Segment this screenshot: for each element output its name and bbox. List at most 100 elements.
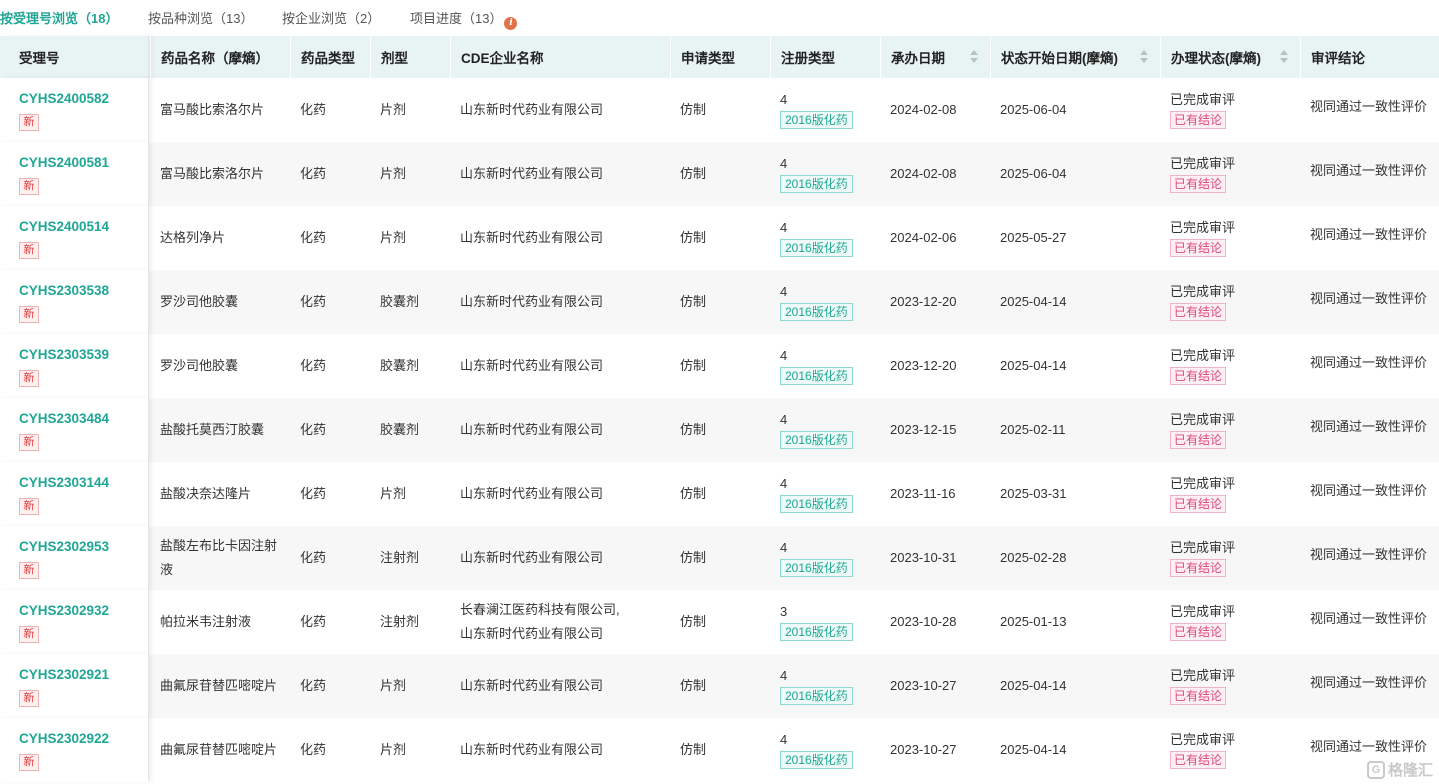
status-start-date-cell: 2025-02-28	[990, 526, 1160, 590]
info-icon[interactable]: i	[504, 17, 518, 30]
registration-tag: 2016版化药	[780, 303, 853, 321]
col-header-processing-status[interactable]: 办理状态(摩熵)	[1160, 36, 1300, 78]
acceptance-number-link[interactable]: CYHS2302922	[19, 730, 148, 748]
tab-by-acceptance-number[interactable]: 按受理号浏览（18）	[0, 8, 118, 27]
company-name: 山东新时代药业有限公司	[460, 102, 604, 117]
table-body: CYHS2400582 新富马酸比索洛尔片 化药 片剂 山东新时代药业有限公司 仿制 4 20…	[0, 78, 1439, 782]
status-start-date: 2025-05-27	[1000, 230, 1067, 245]
registration-tag: 2016版化药	[780, 239, 853, 257]
processing-status-cell: 已完成审评 已有结论	[1160, 462, 1300, 526]
application-type-cell: 仿制	[670, 78, 770, 142]
registration-category: 3	[780, 604, 788, 619]
application-type-cell: 仿制	[670, 590, 770, 654]
acceptance-number-link[interactable]: CYHS2302953	[19, 538, 148, 556]
processing-status: 已完成审评	[1170, 476, 1236, 491]
acceptance-number-link[interactable]: CYHS2303144	[19, 474, 148, 492]
watermark-logo: G 格隆汇	[1366, 759, 1433, 780]
review-conclusion-cell: 视同通过一致性评价	[1300, 142, 1439, 206]
sort-icon[interactable]	[970, 50, 978, 64]
drug-type-cell: 化药	[290, 398, 370, 462]
undertake-date: 2023-12-20	[890, 358, 957, 373]
status-start-date: 2025-04-14	[1000, 678, 1067, 693]
application-type: 仿制	[680, 614, 707, 629]
processing-status: 已完成审评	[1170, 668, 1236, 683]
undertake-date: 2023-10-31	[890, 550, 957, 565]
acceptance-number-link[interactable]: CYHS2303538	[19, 282, 148, 300]
registration-category: 4	[780, 220, 788, 235]
acceptance-number-link[interactable]: CYHS2302921	[19, 666, 148, 684]
acceptance-number-cell: CYHS2302921 新	[0, 654, 149, 718]
table-header: 受理号 药品名称（摩熵） 药品类型 剂型 CDE企业名称 申请类型 注册类型 承…	[0, 36, 1439, 78]
new-badge: 新	[19, 241, 39, 259]
sort-icon[interactable]	[1140, 50, 1148, 64]
status-start-date-cell: 2025-02-11	[990, 398, 1160, 462]
drug-name-cell: 罗沙司他胶囊	[150, 334, 290, 398]
sort-icon[interactable]	[1280, 50, 1288, 64]
col-header-acceptance-number: 受理号	[0, 36, 149, 78]
tab-project-progress[interactable]: 项目进度（13） i	[410, 8, 518, 30]
application-type-cell: 仿制	[670, 398, 770, 462]
status-badge: 已有结论	[1170, 239, 1227, 257]
company-cell: 山东新时代药业有限公司	[450, 206, 670, 270]
undertake-date: 2023-10-27	[890, 678, 957, 693]
drug-type-cell: 化药	[290, 654, 370, 718]
processing-status-cell: 已完成审评 已有结论	[1160, 718, 1300, 782]
acceptance-number-link[interactable]: CYHS2400514	[19, 218, 148, 236]
acceptance-number-link[interactable]: CYHS2302932	[19, 602, 148, 620]
undertake-date-cell: 2023-11-16	[880, 462, 990, 526]
drug-name-cell: 罗沙司他胶囊	[150, 270, 290, 334]
drug-name-cell: 富马酸比索洛尔片	[150, 142, 290, 206]
review-conclusion: 视同通过一致性评价	[1310, 163, 1428, 178]
drug-name: 盐酸左布比卡因注射液	[160, 538, 278, 577]
table-row: CYHS2302953 新 盐酸左布比卡因注射液 化药 注射剂 山东新时代药业有限公司 仿制…	[0, 526, 1439, 590]
table-row: CYHS2303144 新 盐酸决奈达隆片 化药 片剂 山东新时代药业有限公司 仿制 4 201…	[0, 462, 1439, 526]
company-name: 山东新时代药业有限公司	[460, 422, 604, 437]
application-type: 仿制	[680, 358, 707, 373]
registration-type-cell: 4 2016版化药	[770, 398, 880, 462]
registration-type-cell: 4 2016版化药	[770, 206, 880, 270]
application-type-cell: 仿制	[670, 270, 770, 334]
dosage-form: 注射剂	[380, 614, 420, 629]
company-cell: 山东新时代药业有限公司	[450, 462, 670, 526]
review-conclusion: 视同通过一致性评价	[1310, 611, 1428, 626]
processing-status-cell: 已完成审评 已有结论	[1160, 270, 1300, 334]
table-row: CYHS2302922 新 曲氟尿苷替匹嘧啶片 化药 片剂 山东新时代药业有限公司 仿制 4 2…	[0, 718, 1439, 782]
dosage-form-cell: 片剂	[370, 462, 450, 526]
status-start-date: 2025-04-14	[1000, 742, 1067, 757]
col-header-registration-type: 注册类型	[770, 36, 880, 78]
table-row: CYHS2303484 新 盐酸托莫西汀胶囊 化药 胶囊剂 山东新时代药业有限公司 仿制 4 2…	[0, 398, 1439, 462]
col-header-drug-name: 药品名称（摩熵）	[150, 36, 290, 78]
col-header-status-start-date[interactable]: 状态开始日期(摩熵)	[990, 36, 1160, 78]
registration-type-cell: 4 2016版化药	[770, 78, 880, 142]
application-type-cell: 仿制	[670, 718, 770, 782]
registration-type-cell: 4 2016版化药	[770, 142, 880, 206]
company-name: 长春澜江医药科技有限公司,山东新时代药业有限公司	[460, 602, 620, 641]
new-badge: 新	[19, 113, 39, 131]
company-name: 山东新时代药业有限公司	[460, 230, 604, 245]
acceptance-number-link[interactable]: CYHS2303539	[19, 346, 148, 364]
drug-name: 曲氟尿苷替匹嘧啶片	[160, 678, 278, 693]
company-name: 山东新时代药业有限公司	[460, 678, 604, 693]
acceptance-number-link[interactable]: CYHS2303484	[19, 410, 148, 428]
table-row: CYHS2302932 新 帕拉米韦注射液 化药 注射剂 长春澜江医药科技有限公司,山东新…	[0, 590, 1439, 654]
acceptance-number-link[interactable]: CYHS2400582	[19, 90, 148, 108]
status-start-date: 2025-04-14	[1000, 294, 1067, 309]
acceptance-number-link[interactable]: CYHS2400581	[19, 154, 148, 172]
dosage-form: 片剂	[380, 678, 407, 693]
tab-by-variety[interactable]: 按品种浏览（13）	[148, 8, 253, 27]
undertake-date-cell: 2023-10-28	[880, 590, 990, 654]
col-header-undertake-date[interactable]: 承办日期	[880, 36, 990, 78]
drug-type: 化药	[300, 102, 327, 117]
tab-by-company[interactable]: 按企业浏览（2）	[282, 8, 380, 27]
drug-name: 曲氟尿苷替匹嘧啶片	[160, 742, 278, 757]
registration-tag: 2016版化药	[780, 111, 853, 129]
review-conclusion-cell: 视同通过一致性评价	[1300, 526, 1439, 590]
drug-type: 化药	[300, 166, 327, 181]
col-header-review-conclusion: 审评结论	[1300, 36, 1439, 78]
review-conclusion: 视同通过一致性评价	[1310, 99, 1428, 114]
dosage-form: 胶囊剂	[380, 422, 420, 437]
processing-status-cell: 已完成审评 已有结论	[1160, 398, 1300, 462]
company-name: 山东新时代药业有限公司	[460, 742, 604, 757]
col-header-drug-type: 药品类型	[290, 36, 370, 78]
processing-status: 已完成审评	[1170, 412, 1236, 427]
